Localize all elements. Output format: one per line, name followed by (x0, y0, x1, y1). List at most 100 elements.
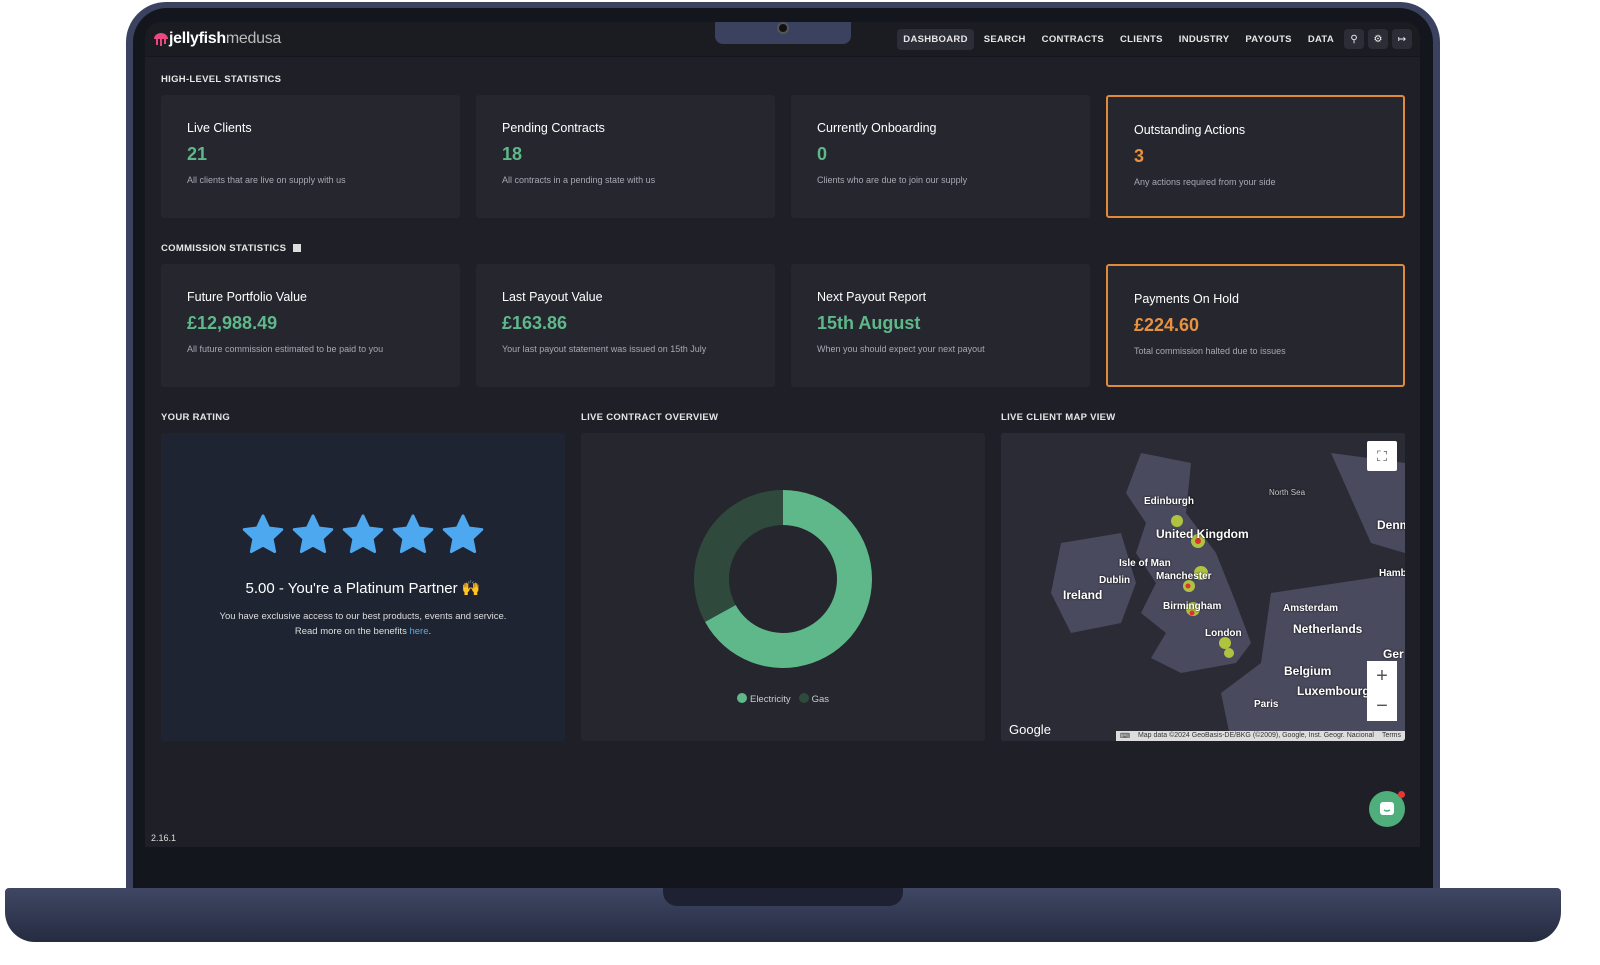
chart-legend: Electricity Gas (581, 693, 985, 705)
section-commission: COMMISSION STATISTICS (161, 243, 302, 254)
search-icon[interactable]: ⚲ (1344, 29, 1364, 49)
card-value: 18 (502, 144, 523, 164)
map-label: Ireland (1063, 588, 1103, 602)
card-title: Last Payout Value (502, 290, 603, 304)
card-value: £224.60 (1134, 315, 1200, 335)
jellyfish-icon (154, 33, 168, 46)
map-label: Denm (1377, 518, 1405, 532)
star-icon (242, 514, 284, 554)
map-label: Isle of Man (1119, 558, 1171, 569)
notification-dot (1398, 791, 1405, 798)
fullscreen-button[interactable]: ⛶ (1367, 441, 1397, 471)
section-rating: YOUR RATING (161, 412, 231, 423)
star-icon (392, 514, 434, 554)
card-outstanding-actions[interactable]: Outstanding Actions 3 Any actions required… (1106, 95, 1405, 218)
card-title: Pending Contracts (502, 121, 605, 135)
map-label: Ger (1383, 647, 1404, 661)
chat-button[interactable] (1369, 791, 1405, 827)
chat-icon (1380, 802, 1394, 815)
map-label: Edinburgh (1144, 496, 1194, 507)
legend-label: Electricity (749, 694, 791, 705)
benefits-link[interactable]: here (409, 626, 428, 637)
card-value: £163.86 (502, 313, 568, 333)
terms-link[interactable]: Terms (1382, 732, 1401, 740)
card-title: Outstanding Actions (1134, 123, 1246, 137)
star-icon (342, 514, 384, 554)
legend-electricity[interactable]: Electricity (736, 693, 791, 705)
map-label: Paris (1254, 699, 1279, 710)
map-label: Luxembourg (1297, 684, 1370, 698)
card-title: Payments On Hold (1134, 292, 1239, 306)
map-label: Amsterdam (1283, 603, 1339, 614)
attribution-text: Map data ©2024 GeoBasis-DE/BKG (©2009), … (1137, 732, 1374, 739)
rating-title: 5.00 - You're a Platinum Partner 🙌 (245, 580, 481, 597)
gear-icon[interactable]: ⚙ (1368, 29, 1388, 49)
card-title: Future Portfolio Value (187, 290, 307, 304)
keyboard-icon[interactable]: ⌨ (1120, 732, 1130, 740)
nav-dashboard[interactable]: DASHBOARD (897, 28, 974, 50)
info-icon[interactable] (293, 244, 302, 252)
nav-clients[interactable]: CLIENTS (1114, 29, 1169, 50)
card-desc: Clients who are due to join our supply (817, 175, 968, 185)
star-rating (161, 513, 565, 557)
main-nav: DASHBOARD SEARCH CONTRACTS CLIENTS INDUS… (897, 28, 1412, 50)
card-value: 0 (817, 144, 828, 164)
logout-icon[interactable]: ↦ (1392, 29, 1412, 49)
zoom-out-button[interactable]: − (1367, 691, 1397, 721)
section-contracts: LIVE CONTRACT OVERVIEW (581, 412, 719, 423)
legend-label: Gas (811, 694, 829, 705)
rating-line2-end: . (428, 626, 432, 637)
map-attribution: ⌨ Map data ©2024 GeoBasis-DE/BKG (©2009),… (1115, 731, 1405, 741)
card-value: 3 (1134, 146, 1145, 166)
map-label: Hamb (1379, 568, 1405, 579)
map-label: London (1205, 628, 1242, 639)
card-last-payout[interactable]: Last Payout Value £163.86 Your last payout… (476, 264, 775, 387)
legend-dot (798, 693, 809, 703)
nav-data[interactable]: DATA (1302, 29, 1340, 50)
card-payments-on-hold[interactable]: Payments On Hold £224.60 Total commission … (1106, 264, 1405, 387)
card-value: £12,988.49 (187, 313, 278, 333)
map-label: Birmingham (1163, 601, 1222, 612)
nav-industry[interactable]: INDUSTRY (1173, 29, 1236, 50)
rating-panel: 5.00 - You're a Platinum Partner 🙌 You h… (161, 433, 565, 741)
map-label: United Kingdom (1156, 527, 1249, 541)
brand-bold: jellyfish (169, 30, 226, 47)
rating-text: You have exclusive access to our best pr… (161, 609, 565, 639)
card-future-portfolio[interactable]: Future Portfolio Value £12,988.49 All futu… (161, 264, 460, 387)
section-high-level: HIGH-LEVEL STATISTICS (161, 74, 282, 85)
star-icon (442, 514, 484, 554)
card-currently-onboarding[interactable]: Currently Onboarding 0 Clients who are due… (791, 95, 1090, 218)
laptop-notch (663, 888, 903, 906)
legend-gas[interactable]: Gas (798, 693, 829, 705)
card-pending-contracts[interactable]: Pending Contracts 18 All contracts in a pe… (476, 95, 775, 218)
map-label: North Sea (1269, 488, 1306, 497)
card-desc: All clients that are live on supply with… (187, 175, 346, 185)
card-title: Live Clients (187, 121, 252, 135)
contract-chart-panel: Electricity Gas (581, 433, 985, 741)
card-desc: Any actions required from your side (1134, 177, 1276, 187)
logo[interactable]: jellyfish medusa (153, 30, 281, 48)
donut-chart (694, 490, 872, 668)
card-desc: Total commission halted due to issues (1134, 346, 1286, 356)
card-desc: All contracts in a pending state with us (502, 175, 656, 185)
brand-light: medusa (225, 30, 282, 47)
card-desc: All future commission estimated to be pa… (187, 344, 384, 354)
app-screen: jellyfish medusa DASHBOARD SEARCH CONTRAC… (145, 22, 1420, 847)
nav-search[interactable]: SEARCH (978, 29, 1032, 50)
client-map[interactable]: Edinburgh United Kingdom Isle of Man Dub… (1001, 433, 1405, 741)
nav-payouts[interactable]: PAYOUTS (1239, 29, 1297, 50)
donut-slice-gas[interactable] (694, 490, 783, 622)
card-desc: Your last payout statement was issued on… (502, 344, 707, 354)
section-title: COMMISSION STATISTICS (161, 243, 287, 254)
card-next-payout[interactable]: Next Payout Report 15th August When you sh… (791, 264, 1090, 387)
app-version: 2.16.1 (151, 833, 177, 843)
map-label: Dublin (1099, 575, 1131, 586)
rating-line1: You have exclusive access to our best pr… (219, 611, 507, 622)
card-title: Currently Onboarding (817, 121, 937, 135)
nav-contracts[interactable]: CONTRACTS (1036, 29, 1110, 50)
map-label: Manchester (1156, 571, 1212, 582)
card-live-clients[interactable]: Live Clients 21 All clients that are live … (161, 95, 460, 218)
zoom-in-button[interactable]: + (1367, 661, 1397, 691)
card-value: 15th August (817, 313, 921, 333)
legend-dot (736, 693, 747, 703)
